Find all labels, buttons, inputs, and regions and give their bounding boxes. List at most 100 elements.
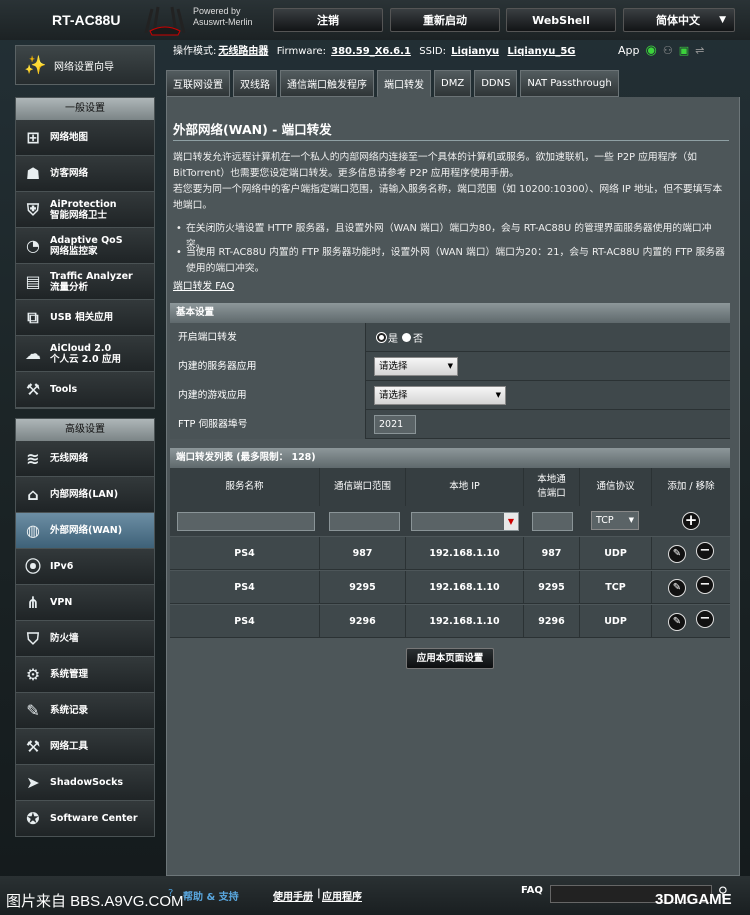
col-local-port: 本地通信端口 [524,468,580,506]
advanced-item[interactable]: ⛉ 防火墙 [16,621,154,657]
protocol-select[interactable]: TCP [591,511,639,530]
local-port-input[interactable] [532,512,573,531]
remove-icon[interactable]: − [696,610,714,628]
cell-port: 9296 [320,605,406,638]
general-item[interactable]: ⊞ 网络地图 [16,120,154,156]
wireless-icon: ≋ [26,449,40,468]
tab-0[interactable]: 互联网设置 [166,70,230,97]
edit-icon[interactable]: ✎ [668,545,686,563]
ftp-port-input[interactable]: 2021 [374,415,416,434]
webshell-button[interactable]: WebShell [506,8,616,32]
ip-dropdown-icon[interactable]: ▼ [504,513,518,530]
description-1: 端口转发允许远程计算机在一个私人的内部网络内连接至一个具体的计算机或服务。欲加速… [173,152,697,179]
advanced-item[interactable]: ✎ 系统记录 [16,693,154,729]
tools-icon: ⚒ [25,380,41,399]
traffic-analyzer-icon: ▤ [25,272,41,291]
radio-no[interactable] [402,333,411,342]
general-item[interactable]: ☗ 访客网络 [16,156,154,192]
network-tools-icon: ⚒ [25,737,41,756]
admin-icon: ⚙ [25,665,41,684]
general-item-label: USB 相关应用 [50,312,114,323]
advanced-item-label: ShadowSocks [50,777,124,788]
advanced-item[interactable]: ⚒ 网络工具 [16,729,154,765]
add-rule-button[interactable]: + [682,512,700,530]
advanced-settings-title: 高级设置 [16,419,154,441]
basic-settings-header: 基本设置 [170,303,730,323]
utility-link[interactable]: 应用程序 [322,888,362,903]
tab-2[interactable]: 通信端口触发程序 [280,70,374,97]
advanced-item[interactable]: ⋔ VPN [16,585,154,621]
general-item[interactable]: ⧉ USB 相关应用 [16,300,154,336]
tab-3[interactable]: 端口转发 [377,70,431,97]
language-select[interactable]: 简体中文 ▼ [623,8,735,32]
advanced-item-label: 防火墙 [50,633,79,644]
radio-yes[interactable] [377,333,386,342]
advanced-settings-menu: 高级设置 ≋ 无线网络 ⌂ 内部网络(LAN) ◍ 外部网络(WAN) ⦿ IPv6 ⋔ VPN ⛉… [15,418,155,837]
advanced-item[interactable]: ⌂ 内部网络(LAN) [16,477,154,513]
reboot-button[interactable]: 重新启动 [390,8,500,32]
local-ip-input[interactable]: ▼ [411,512,519,531]
server-app-select[interactable]: 请选择 [374,357,458,376]
app-link[interactable]: App [618,44,640,57]
network-status-icon[interactable]: ▣ [679,44,689,57]
tab-1[interactable]: 双线路 [233,70,277,97]
advanced-item[interactable]: ➤ ShadowSocks [16,765,154,801]
game-app-label: 内建的游戏应用 [170,381,366,410]
vpn-icon: ⋔ [26,593,40,612]
edit-icon[interactable]: ✎ [668,579,686,597]
general-item[interactable]: ▤ Traffic Analyzer 流量分析 [16,264,154,300]
page-title: 外部网络(WAN) - 端口转发 [173,122,332,137]
quick-setup-button[interactable]: ✨ 网络设置向导 [15,45,155,85]
cell-local: 9296 [524,605,580,638]
powered-by: Powered by Asuswrt-Merlin [193,6,253,27]
help-support-label: 帮助 & 支持 [183,892,239,903]
ssid-5g-link[interactable]: Liqianyu_5G [507,46,575,57]
game-app-select[interactable]: 请选择 [374,386,506,405]
general-item[interactable]: ☁ AiCloud 2.0 个人云 2.0 应用 [16,336,154,372]
ssid-2g-link[interactable]: Liqianyu [451,46,499,57]
col-local-ip: 本地 IP [406,468,524,506]
advanced-item[interactable]: ⚙ 系统管理 [16,657,154,693]
faq-link[interactable]: 端口转发 FAQ [173,278,234,292]
general-item[interactable]: ⚒ Tools [16,372,154,408]
edit-icon[interactable]: ✎ [668,613,686,631]
cell-ip: 192.168.1.10 [406,571,524,604]
advanced-item[interactable]: ⦿ IPv6 [16,549,154,585]
tab-5[interactable]: DDNS [474,70,518,97]
apply-button[interactable]: 应用本页面设置 [406,648,494,669]
service-name-input[interactable] [177,512,315,531]
server-app-row: 内建的服务器应用 请选择 [170,352,730,381]
wan-icon: ◍ [26,521,40,540]
firewall-icon: ⛉ [26,629,39,648]
general-item-label: 网络地图 [50,132,89,143]
table-row: PS4 987 192.168.1.10 987 UDP ✎ − [170,537,730,570]
logout-button[interactable]: 注销 [273,8,383,32]
forward-list-header: 端口转发列表 (最多限制： 128) [170,448,730,468]
advanced-item-label: Software Center [50,813,138,824]
clients-icon[interactable]: ⚇ [663,44,673,57]
firmware-link[interactable]: 380.59_X6.6.1 [331,46,411,57]
advanced-item[interactable]: ◍ 外部网络(WAN) [16,513,154,549]
usb-icon[interactable]: ⇌ [695,44,704,57]
manual-link[interactable]: 使用手册 [273,888,313,903]
col-protocol: 通信协议 [580,468,652,506]
advanced-item[interactable]: ≋ 无线网络 [16,441,154,477]
advanced-item[interactable]: ✪ Software Center [16,801,154,837]
remove-icon[interactable]: − [696,542,714,560]
shadowsocks-icon: ➤ [26,773,40,792]
col-port-range: 通信端口范围 [320,468,406,506]
port-range-input[interactable] [329,512,400,531]
cell-port: 9295 [320,571,406,604]
remove-icon[interactable]: − [696,576,714,594]
operation-mode-link[interactable]: 无线路由器 [218,46,268,57]
wifi-icon[interactable]: ◉ [646,43,657,58]
general-item[interactable]: ◔ Adaptive QoS 网络监控家 [16,228,154,264]
general-item[interactable]: ⛨ AiProtection 智能网络卫士 [16,192,154,228]
col-service: 服务名称 [170,468,320,506]
cell-ip: 192.168.1.10 [406,605,524,638]
advanced-item-label: 外部网络(WAN) [50,525,123,536]
advanced-item-label: VPN [50,597,73,608]
tab-4[interactable]: DMZ [434,70,472,97]
tab-6[interactable]: NAT Passthrough [520,70,619,97]
cell-proto: UDP [580,537,652,570]
